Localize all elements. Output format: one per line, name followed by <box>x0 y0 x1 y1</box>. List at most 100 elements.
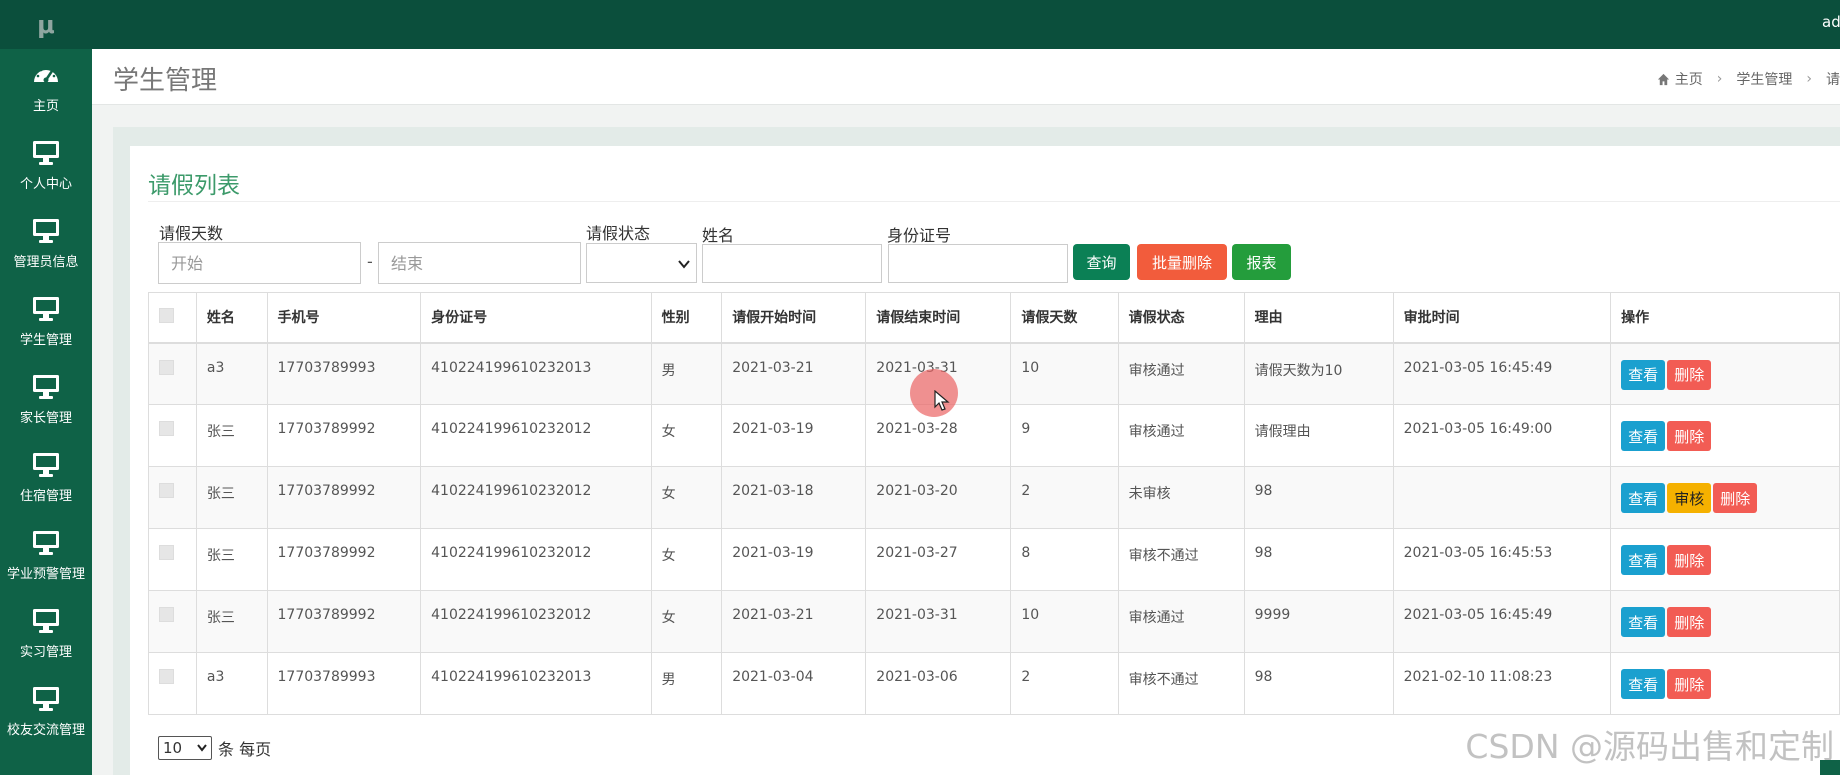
cell-start: 2021-03-19 <box>721 404 867 467</box>
cell-reason: 9999 <box>1243 590 1394 653</box>
page-size-select[interactable]: 10 <box>158 736 212 760</box>
table-row: 张三 17703789992 410224199610232012 女 2021-03-… <box>148 528 1840 591</box>
query-button[interactable]: 查询 <box>1073 244 1130 280</box>
cell-idno: 410224199610232013 <box>420 652 652 715</box>
view-button[interactable]: 查看 <box>1621 483 1666 513</box>
days-start-input[interactable] <box>158 242 361 284</box>
delete-button[interactable]: 删除 <box>1667 421 1712 451</box>
sidebar-item-label: 校友交流管理 <box>6 723 85 738</box>
cell-status: 审核通过 <box>1117 404 1245 467</box>
col-header[interactable]: 请假结束时间 <box>865 292 1012 344</box>
row-checkbox[interactable] <box>159 483 174 498</box>
scroll-top-button[interactable] <box>1820 760 1840 775</box>
sidebar-item[interactable]: 学生管理 <box>0 283 92 361</box>
user-name[interactable]: admin <box>1822 13 1840 31</box>
sidebar-item[interactable]: 家长管理 <box>0 361 92 439</box>
cell-gender: 女 <box>650 528 723 591</box>
dashboard-icon <box>34 66 58 83</box>
delete-button[interactable]: 删除 <box>1667 607 1712 637</box>
sidebar-item[interactable]: 个人中心 <box>0 127 92 205</box>
cell-start: 2021-03-21 <box>721 342 867 405</box>
cell-gender: 女 <box>650 404 723 467</box>
cell-status: 审核通过 <box>1117 342 1245 405</box>
select-all-checkbox[interactable] <box>159 307 174 323</box>
delete-button[interactable]: 删除 <box>1667 545 1712 575</box>
chevron-down-icon <box>197 744 207 752</box>
monitor-icon <box>33 141 59 165</box>
row-checkbox[interactable] <box>159 421 174 436</box>
sidebar-item[interactable]: 校友交流管理 <box>0 673 92 751</box>
col-header[interactable]: 姓名 <box>195 292 268 344</box>
row-checkbox[interactable] <box>159 359 174 375</box>
breadcrumb-home[interactable]: 主页 <box>1675 69 1703 89</box>
view-button[interactable]: 查看 <box>1621 669 1666 699</box>
view-button[interactable]: 查看 <box>1621 421 1666 451</box>
sidebar-item[interactable]: 管理员信息 <box>0 205 92 283</box>
table-row: a3 17703789993 410224199610232013 男 2021-03-… <box>148 342 1840 405</box>
sidebar-item-label: 家长管理 <box>19 411 72 426</box>
col-header[interactable]: 手机号 <box>266 292 422 344</box>
col-header[interactable]: 审批时间 <box>1392 292 1612 344</box>
id-label: 身份证号 <box>887 226 952 245</box>
per-page-label: 条 每页 <box>218 740 272 759</box>
col-header[interactable]: 请假开始时间 <box>721 292 867 344</box>
breadcrumb-student-mgmt[interactable]: 学生管理 <box>1736 69 1792 89</box>
delete-button[interactable]: 删除 <box>1667 669 1712 699</box>
name-input[interactable] <box>702 244 882 283</box>
actions-cell: 查看 删除 <box>1610 342 1840 405</box>
view-button[interactable]: 查看 <box>1621 545 1666 575</box>
col-header[interactable]: 请假状态 <box>1117 292 1245 344</box>
cell-gender: 女 <box>650 590 723 653</box>
monitor-icon <box>33 609 59 633</box>
col-header[interactable]: 身份证号 <box>420 292 652 344</box>
audit-button[interactable]: 审核 <box>1667 483 1712 513</box>
report-button[interactable]: 报表 <box>1232 244 1291 280</box>
row-checkbox[interactable] <box>159 607 174 622</box>
sidebar-item[interactable]: 住宿管理 <box>0 439 92 517</box>
cell-reason: 98 <box>1243 466 1394 529</box>
cell-idno: 410224199610232012 <box>420 404 652 467</box>
cell-approved: 2021-02-10 11:08:23 <box>1392 652 1612 715</box>
sidebar-item[interactable]: 主页 <box>0 49 92 127</box>
row-checkbox[interactable] <box>159 669 174 684</box>
cell-phone: 17703789993 <box>266 652 422 715</box>
cell-idno: 410224199610232012 <box>420 590 652 653</box>
col-header[interactable]: 请假天数 <box>1010 292 1119 344</box>
cell-approved: 2021-03-05 16:49:00 <box>1392 404 1612 467</box>
sidebar-item-label: 主页 <box>32 99 59 114</box>
brand-logo: μ <box>0 0 92 49</box>
delete-button[interactable]: 删除 <box>1667 359 1712 390</box>
page-title: 学生管理 <box>113 66 218 96</box>
cell-phone: 17703789993 <box>266 342 422 405</box>
monitor-icon <box>33 453 59 477</box>
actions-cell: 查看 删除 <box>1610 652 1840 715</box>
cell-phone: 17703789992 <box>266 466 422 529</box>
cell-reason: 98 <box>1243 528 1394 591</box>
monitor-icon <box>33 297 59 321</box>
cell-approved: 2021-03-05 16:45:53 <box>1392 528 1612 591</box>
view-button[interactable]: 查看 <box>1621 359 1666 390</box>
sidebar-item[interactable]: 学业预警管理 <box>0 517 92 595</box>
status-select[interactable] <box>586 243 697 283</box>
page-size-value: 10 <box>163 739 183 757</box>
row-checkbox[interactable] <box>159 545 174 560</box>
table-row: a3 17703789993 410224199610232013 男 2021-03-… <box>148 652 1840 715</box>
batch-delete-button[interactable]: 批量删除 <box>1137 244 1227 280</box>
cell-start: 2021-03-04 <box>721 652 867 715</box>
status-label: 请假状态 <box>586 224 651 243</box>
actions-cell: 查看 删除 <box>1610 590 1840 653</box>
delete-button[interactable]: 删除 <box>1713 483 1758 513</box>
cell-days: 9 <box>1010 404 1119 467</box>
view-button[interactable]: 查看 <box>1621 607 1666 637</box>
cell-end: 2021-03-27 <box>865 528 1012 591</box>
cell-reason: 98 <box>1243 652 1394 715</box>
cell-name: 张三 <box>195 590 268 653</box>
sidebar-item[interactable]: 实习管理 <box>0 595 92 673</box>
col-header[interactable]: 性别 <box>650 292 723 344</box>
range-dash: - <box>367 252 373 271</box>
col-header[interactable]: 理由 <box>1243 292 1394 344</box>
id-input[interactable] <box>888 244 1068 283</box>
monitor-icon <box>33 375 59 399</box>
cell-gender: 男 <box>650 652 723 715</box>
days-end-input[interactable] <box>378 242 581 284</box>
